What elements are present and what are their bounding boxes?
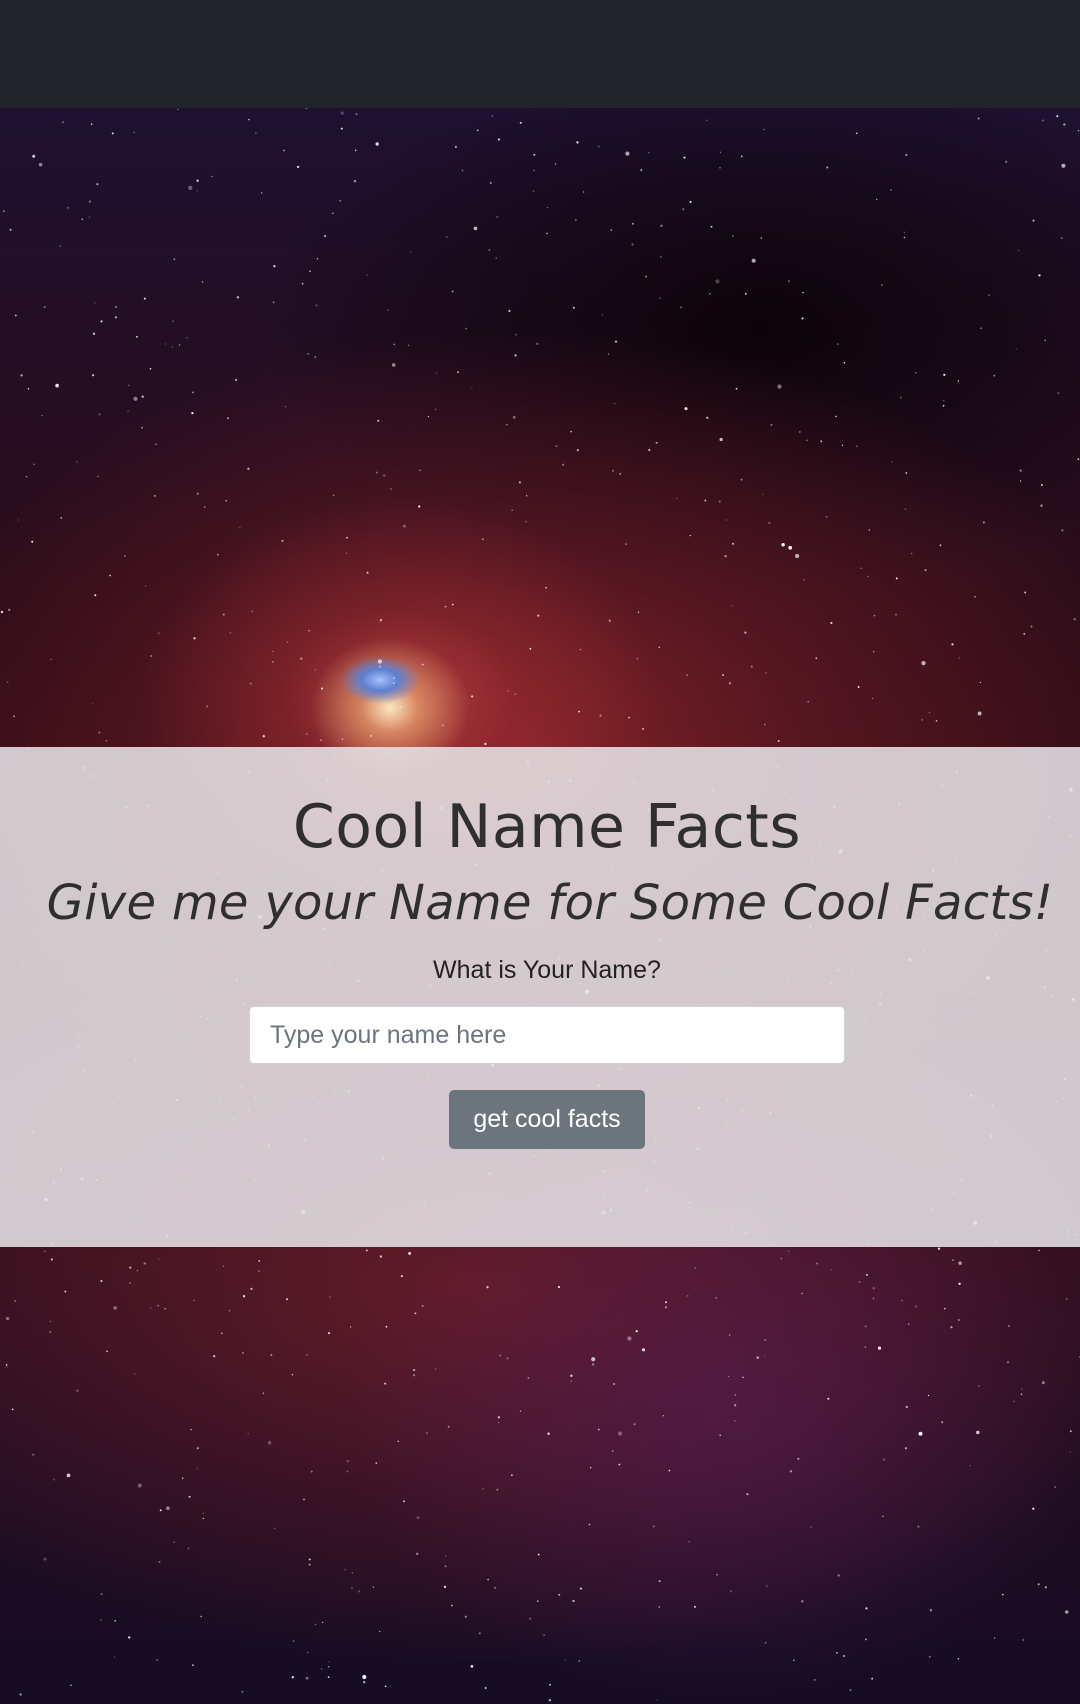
name-label: What is Your Name? [433, 956, 661, 984]
page-subtitle: Give me your Name for Some Cool Facts! [46, 875, 1054, 931]
page: Cool Name Facts Give me your Name for So… [0, 0, 1080, 1704]
page-title: Cool Name Facts [292, 792, 802, 862]
top-navbar [0, 0, 1080, 108]
hero-panel: Cool Name Facts Give me your Name for So… [0, 747, 1080, 1247]
get-cool-facts-button[interactable]: get cool facts [449, 1090, 645, 1149]
name-input[interactable] [249, 1006, 845, 1064]
